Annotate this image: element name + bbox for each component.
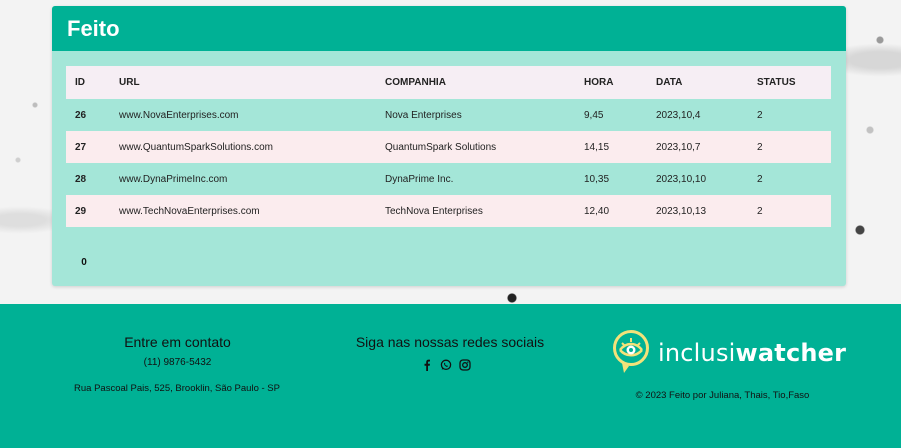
column-header-id: ID <box>75 77 85 88</box>
cell-hour: 9,45 <box>584 109 604 121</box>
eye-logo-icon <box>613 330 649 373</box>
footer: Entre em contato (11) 9876-5432 Rua Pasc… <box>0 304 901 448</box>
table-row[interactable]: 27 www.QuantumSparkSolutions.com Quantum… <box>66 131 831 163</box>
contact-phone: (11) 9876-5432 <box>143 357 212 368</box>
cell-id: 26 <box>75 109 87 121</box>
cell-url: www.TechNovaEnterprises.com <box>119 205 260 217</box>
table-row[interactable]: 28 www.DynaPrimeInc.com DynaPrime Inc. 1… <box>66 163 831 195</box>
cell-date: 2023,10,10 <box>656 173 707 185</box>
cell-date: 2023,10,7 <box>656 141 701 153</box>
done-card: Feito ID URL COMPANHIA HORA DATA STATUS … <box>52 6 846 286</box>
cell-company: QuantumSpark Solutions <box>385 141 497 153</box>
cell-url: www.DynaPrimeInc.com <box>119 173 228 185</box>
social-title: Siga nas nossas redes sociais <box>355 334 545 350</box>
column-header-company: COMPANHIA <box>385 77 446 88</box>
cell-url: www.NovaEnterprises.com <box>119 109 239 121</box>
copyright-text: © 2023 Feito por Juliana, Thais, Tio,Fas… <box>635 390 810 401</box>
table-row[interactable]: 29 www.TechNovaEnterprises.com TechNova … <box>66 195 831 227</box>
cell-company: DynaPrime Inc. <box>385 173 454 185</box>
logo-text-light: inclusi <box>658 339 736 367</box>
cell-company: Nova Enterprises <box>385 109 462 121</box>
cell-id: 28 <box>75 173 87 185</box>
card-title: Feito <box>52 6 846 51</box>
column-header-date: DATA <box>656 77 683 88</box>
column-header-status: STATUS <box>757 77 796 88</box>
column-header-url: URL <box>119 77 140 88</box>
logo-text-bold: watcher <box>735 339 847 367</box>
cell-status: 2 <box>757 173 763 185</box>
contact-title: Entre em contato <box>124 334 231 350</box>
table-row[interactable]: 26 www.NovaEnterprises.com Nova Enterpri… <box>66 99 831 131</box>
cell-status: 2 <box>757 205 763 217</box>
column-header-hour: HORA <box>584 77 614 88</box>
cell-hour: 14,15 <box>584 141 610 153</box>
done-table: ID URL COMPANHIA HORA DATA STATUS 26 www… <box>66 66 831 227</box>
cell-url: www.QuantumSparkSolutions.com <box>119 141 273 153</box>
cell-status: 2 <box>757 109 763 121</box>
cell-id: 27 <box>75 141 87 153</box>
cell-status: 2 <box>757 141 763 153</box>
social-links <box>420 358 471 372</box>
cell-date: 2023,10,4 <box>656 109 701 121</box>
contact-address: Rua Pascoal Pais, 525, Brooklin, São Pau… <box>74 383 280 394</box>
cell-hour: 10,35 <box>584 173 610 185</box>
whatsapp-icon[interactable] <box>439 359 452 372</box>
cell-hour: 12,40 <box>584 205 610 217</box>
cell-id: 29 <box>75 205 87 217</box>
cell-date: 2023,10,13 <box>656 205 707 217</box>
inclusiwatcher-logo: inclusiwatcher <box>612 329 846 377</box>
cell-company: TechNova Enterprises <box>385 205 483 217</box>
instagram-icon[interactable] <box>458 359 471 372</box>
facebook-icon[interactable] <box>420 359 433 372</box>
table-header-row: ID URL COMPANHIA HORA DATA STATUS <box>66 66 831 99</box>
pagination-page-button[interactable]: 0 <box>70 251 98 275</box>
logo-wordmark: inclusiwatcher <box>658 339 846 367</box>
